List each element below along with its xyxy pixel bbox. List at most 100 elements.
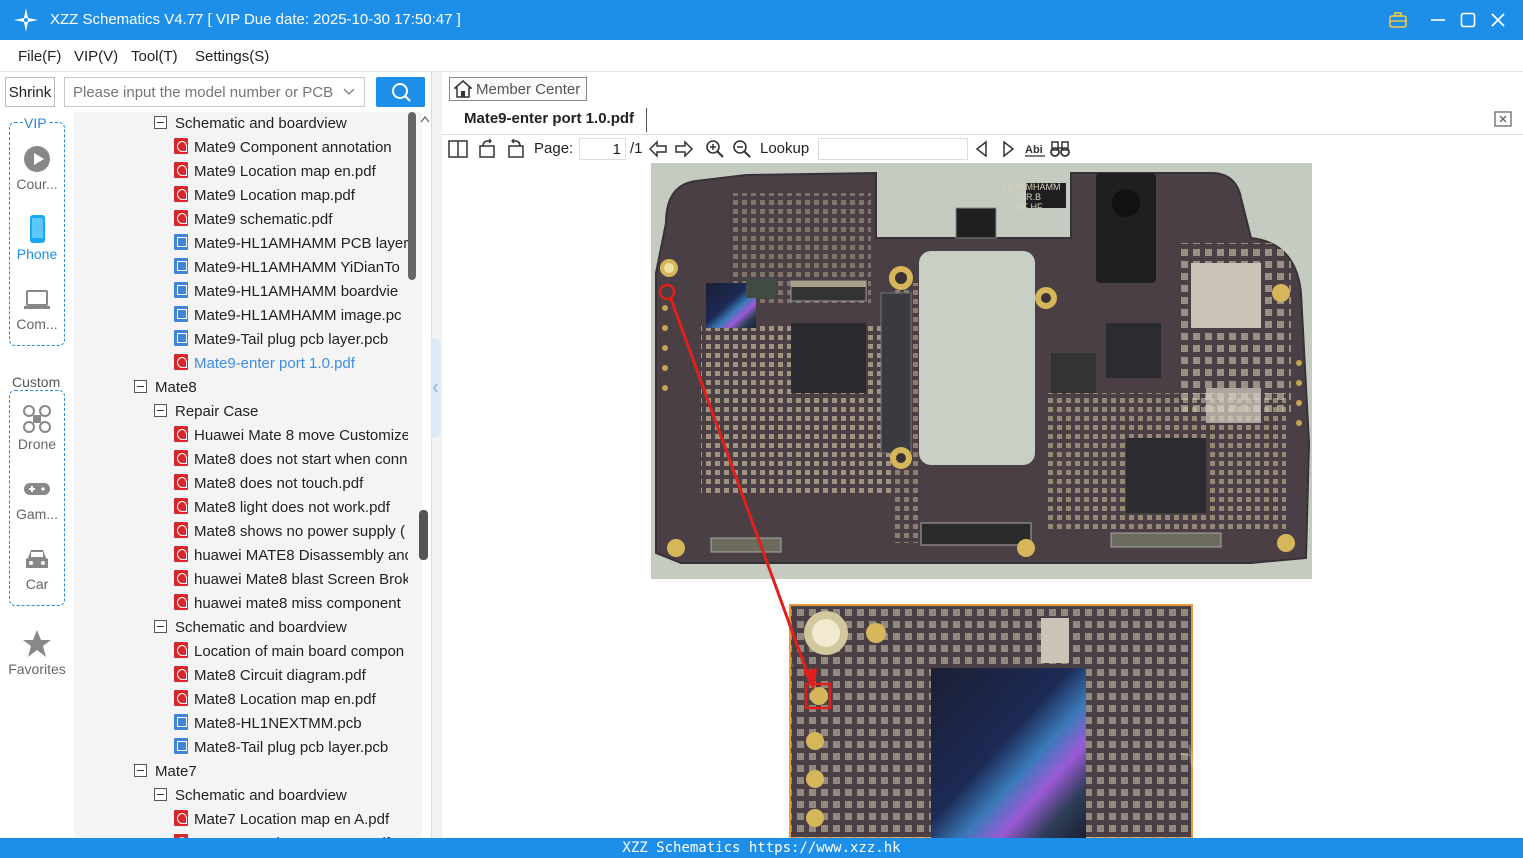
tree-file[interactable]: Mate9 Component annotation [174, 136, 408, 160]
find-previous-icon[interactable] [972, 139, 992, 159]
tree-file[interactable]: Mate8 Location map en.pdf [174, 688, 408, 712]
tree-file[interactable]: Mate8 does not touch.pdf [174, 472, 408, 496]
tree-file[interactable]: Mate7 Location map en A.pdf [174, 808, 408, 832]
document-viewer[interactable]: HL1AMHAMM VER.B RF HF XZZ@XZZHK XZZ@XZZH… [442, 163, 1523, 839]
pdf-file-icon [174, 474, 188, 491]
tree-file[interactable]: Mate9-Tail plug pcb layer.pcb [174, 328, 408, 352]
collapse-toggle-icon[interactable] [134, 379, 147, 393]
watermark-right: XZZ@XZZHK [1174, 637, 1309, 772]
tree-file[interactable]: Mate8 does not start when conn [174, 448, 408, 472]
tree-file[interactable]: Mate9-HL1AMHAMM YiDianTo [174, 256, 408, 280]
member-center-button[interactable]: Member Center [449, 77, 587, 101]
tree-item-label: Mate9 Component annotation [194, 139, 392, 156]
collapse-panel-handle[interactable] [431, 338, 441, 438]
collapse-toggle-icon[interactable] [154, 403, 167, 417]
minimize-icon[interactable] [1426, 8, 1450, 32]
tree-file[interactable]: Mate9-HL1AMHAMM image.pc [174, 304, 408, 328]
board-silk-line-3: RF HF [1016, 202, 1043, 212]
category-phone[interactable]: Phone [0, 214, 74, 262]
tree-folder[interactable]: Schematic and boardview [154, 616, 408, 640]
tree-folder[interactable]: Mate8 [134, 376, 408, 400]
tree-file[interactable]: Mate9 schematic.pdf [174, 208, 408, 232]
rotate-left-icon[interactable] [478, 139, 498, 159]
sidebar-toggle-icon[interactable] [448, 139, 468, 159]
find-next-icon[interactable] [998, 139, 1018, 159]
close-icon[interactable] [1486, 8, 1510, 32]
collapse-toggle-icon[interactable] [154, 619, 167, 633]
vip-briefcase-icon[interactable] [1386, 8, 1410, 32]
collapse-toggle-icon[interactable] [134, 763, 147, 777]
tree-item-label: Mate8 [155, 379, 197, 396]
pdf-file-icon [174, 810, 188, 827]
tree-file[interactable]: Mate9-enter port 1.0.pdf [174, 352, 408, 376]
tree-item-label: Mate8 light does not work.pdf [194, 499, 390, 516]
collapse-toggle-icon[interactable] [154, 787, 167, 801]
tree-folder[interactable]: Schematic and boardview [154, 112, 408, 136]
chevron-down-icon[interactable] [342, 86, 356, 98]
tree-file[interactable]: Mate9-HL1AMHAMM boardvie [174, 280, 408, 304]
maximize-icon[interactable] [1456, 8, 1480, 32]
tree-item-label: Huawei Mate 8 move Customize [194, 427, 408, 444]
tree-scrollbar[interactable] [408, 112, 430, 838]
file-tree: Schematic and boardview Mate9 Component a… [74, 112, 422, 838]
tree-file[interactable]: huawei mate8 miss component [174, 592, 408, 616]
category-computer[interactable]: Com... [0, 284, 74, 332]
category-label: Favorites [8, 661, 66, 677]
svg-text:Abi: Abi [1025, 144, 1043, 156]
menu-file[interactable]: File(F) [18, 48, 61, 65]
tree-folder[interactable]: Schematic and boardview [154, 784, 408, 808]
tree-item-label: huawei mate8 miss component [194, 595, 401, 612]
panel-scrollbar-thumb[interactable] [419, 510, 428, 560]
search-button[interactable] [376, 77, 425, 107]
shrink-button[interactable]: Shrink [5, 77, 55, 107]
category-sidebar: VIP Cour... Phone Com... Custom Drone Ga… [0, 112, 74, 838]
category-games[interactable]: Gam... [0, 474, 74, 522]
pdf-file-icon [174, 210, 188, 227]
tree-file[interactable]: Mate8 light does not work.pdf [174, 496, 408, 520]
rotate-right-icon[interactable] [505, 139, 525, 159]
collapse-toggle-icon[interactable] [154, 115, 167, 129]
lookup-input[interactable] [818, 138, 968, 160]
menu-tool[interactable]: Tool(T) [131, 48, 178, 65]
tree-file[interactable]: Mate9-HL1AMHAMM PCB layer [174, 232, 408, 256]
prev-page-icon[interactable] [648, 139, 668, 159]
status-bar: XZZ Schematics https://www.xzz.hk [0, 838, 1523, 858]
tree-file[interactable]: huawei MATE8 Disassembly and [174, 544, 408, 568]
title-bar: XZZ Schematics V4.77 [ VIP Due date: 202… [0, 0, 1523, 40]
pdf-file-icon [174, 138, 188, 155]
member-center-label: Member Center [476, 80, 581, 98]
category-favorites[interactable]: Favorites [0, 629, 74, 677]
zoom-out-icon[interactable] [732, 139, 752, 159]
gamepad-icon [24, 483, 50, 495]
tree-file[interactable]: Huawei Mate 8 move Customize [174, 424, 408, 448]
tree-file[interactable]: Mate8 shows no power supply ( [174, 520, 408, 544]
search-input[interactable] [65, 78, 335, 106]
tab-document[interactable]: Mate9-enter port 1.0.pdf [452, 108, 648, 132]
scroll-up-icon[interactable] [420, 115, 430, 123]
watermark-left: XZZ@XZZHK [664, 647, 799, 782]
menu-settings[interactable]: Settings(S) [195, 48, 269, 65]
category-car[interactable]: Car [0, 544, 74, 592]
tree-file[interactable]: Mate9 Location map en.pdf [174, 160, 408, 184]
page-number-input[interactable] [579, 138, 626, 160]
match-case-icon[interactable]: Abi [1024, 139, 1046, 159]
binoculars-icon[interactable] [1050, 139, 1070, 159]
tree-folder[interactable]: Repair Case [154, 400, 408, 424]
tree-scrollbar-thumb[interactable] [408, 112, 416, 280]
tree-folder[interactable]: Mate7 [134, 760, 408, 784]
tree-file[interactable]: Mate8 Circuit diagram.pdf [174, 664, 408, 688]
tree-file[interactable]: Location of main board compon [174, 640, 408, 664]
next-page-icon[interactable] [674, 139, 694, 159]
pdf-file-icon [174, 186, 188, 203]
tree-file[interactable]: Mate8-Tail plug pcb layer.pcb [174, 736, 408, 760]
tree-file[interactable]: huawei Mate8 blast Screen Brok [174, 568, 408, 592]
tree-file[interactable]: Mate8-HL1NEXTMM.pcb [174, 712, 408, 736]
model-search-combobox[interactable] [64, 77, 365, 107]
category-courses[interactable]: Cour... [0, 144, 74, 192]
category-drone[interactable]: Drone [0, 404, 74, 452]
menu-vip[interactable]: VIP(V) [74, 48, 118, 65]
tree-file[interactable]: Mate9 Location map.pdf [174, 184, 408, 208]
tree-item-label: Mate7 Location map en A.pdf [194, 811, 390, 828]
close-tab-icon[interactable] [1493, 110, 1513, 128]
zoom-in-icon[interactable] [705, 139, 725, 159]
